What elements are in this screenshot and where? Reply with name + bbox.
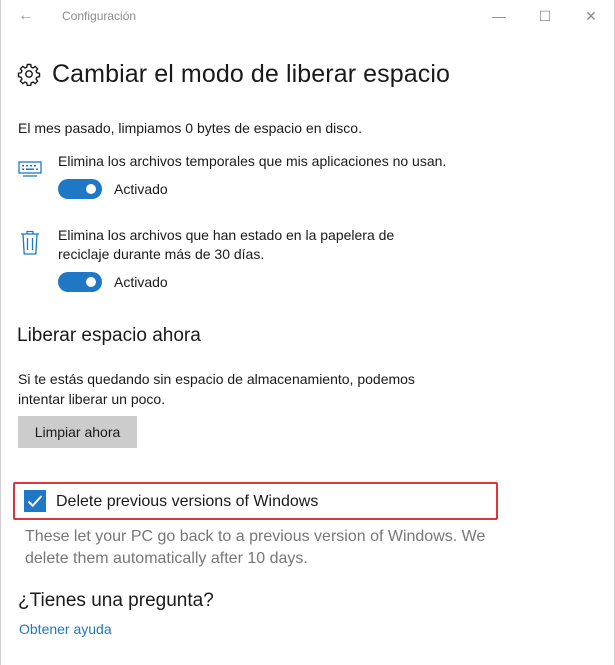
setting-recycle-bin-label-line1: Elimina los archivos que han estado en l… (58, 227, 395, 243)
page-header: Cambiar el modo de liberar espacio (17, 56, 450, 92)
help-heading: ¿Tienes una pregunta? (18, 590, 214, 611)
keyboard-icon (18, 161, 42, 177)
minimize-button[interactable]: — (488, 6, 510, 26)
window-title: Configuración (62, 9, 137, 23)
delete-previous-versions-checkbox[interactable] (24, 490, 46, 512)
temp-files-toggle[interactable] (58, 179, 102, 199)
page-title: Cambiar el modo de liberar espacio (52, 59, 451, 88)
title-bar: ← Configuración — ☐ ✕ (1, 0, 614, 32)
previous-versions-description: These let your PC go back to a previous … (25, 526, 515, 570)
setting-recycle-bin-label-line2: reciclaje durante más de 30 días. (58, 246, 265, 262)
clean-now-button[interactable]: Limpiar ahora (18, 416, 137, 448)
setting-temp-files-label: Elimina los archivos temporales que mis … (58, 153, 447, 169)
maximize-button[interactable]: ☐ (534, 6, 556, 26)
toggle-knob (86, 277, 96, 287)
delete-previous-versions-label[interactable]: Delete previous versions of Windows (56, 493, 318, 511)
temp-files-toggle-state: Activado (114, 181, 168, 197)
cleanup-summary: El mes pasado, limpiamos 0 bytes de espa… (18, 120, 362, 136)
get-help-link[interactable]: Obtener ayuda (19, 621, 112, 637)
back-arrow-icon[interactable]: ← (15, 6, 37, 26)
previous-versions-description-line1: These let your PC go back to a previous … (25, 528, 486, 545)
toggle-knob (86, 184, 96, 194)
free-space-text-line1: Si te estás quedando sin espacio de alma… (18, 371, 415, 387)
free-space-text-line2: intentar liberar un poco. (18, 391, 166, 407)
previous-versions-description-line2: delete them automatically after 10 days. (25, 550, 308, 567)
recycle-bin-toggle[interactable] (58, 272, 102, 292)
close-button[interactable]: ✕ (580, 6, 602, 26)
free-space-heading: Liberar espacio ahora (17, 325, 201, 346)
recycle-bin-toggle-state: Activado (114, 274, 168, 290)
checkmark-icon (27, 495, 43, 508)
settings-window: ← Configuración — ☐ ✕ Cambiar el modo de… (0, 0, 615, 665)
trash-icon (21, 230, 39, 255)
gear-icon (17, 63, 41, 86)
